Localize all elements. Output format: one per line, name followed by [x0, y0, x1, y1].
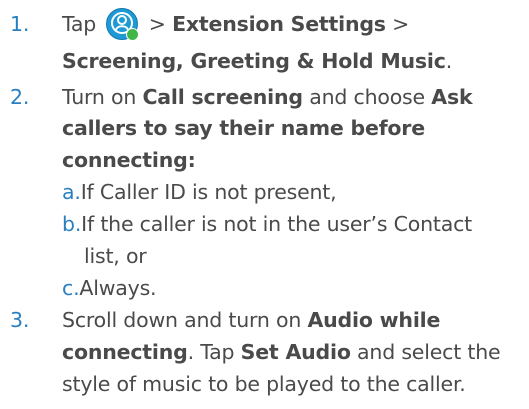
option-text: Always.: [79, 276, 157, 300]
app-settings-icon[interactable]: [106, 8, 140, 41]
instructions-document: 1. Tap > Extension Settings > Screening,…: [0, 0, 529, 409]
option-b: b.If the caller is not in the user’s Con…: [62, 208, 472, 240]
option-name: Ask: [431, 85, 473, 109]
step-line: Scroll down and turn on Audio while: [62, 308, 441, 332]
option-text: If the caller is not in the user’s Conta…: [81, 212, 472, 236]
button-name: Set Audio: [240, 340, 351, 364]
setting-name: Audio while: [307, 308, 441, 332]
option-letter: a.: [62, 180, 81, 204]
option-b-line-2: list, or: [84, 240, 147, 272]
option-a: a.If Caller ID is not present,: [62, 176, 337, 208]
option-text: If Caller ID is not present,: [80, 180, 337, 204]
option-c: c.Always.: [62, 272, 157, 304]
step-number: 2.: [10, 85, 30, 109]
option-letter: b.: [62, 212, 82, 236]
step-number: 3.: [10, 308, 30, 332]
menu-item-name: Screening, Greeting & Hold Music: [62, 49, 446, 73]
option-letter: c.: [62, 276, 80, 300]
step-line: Turn on Call screening and choose Ask: [62, 85, 473, 109]
setting-name: connecting: [62, 340, 188, 364]
setting-name: Call screening: [142, 85, 303, 109]
menu-item-name: Extension Settings: [172, 12, 386, 36]
step-line: Tap > Extension Settings >: [62, 8, 409, 41]
option-text: list, or: [84, 244, 147, 268]
presence-dot-icon: [126, 28, 140, 41]
step-number: 1.: [10, 12, 30, 36]
